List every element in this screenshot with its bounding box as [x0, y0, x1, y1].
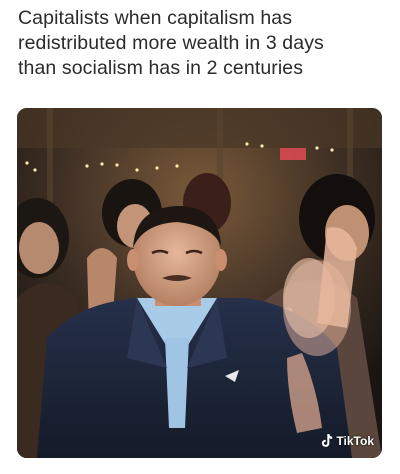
meme-caption: Capitalists when capitalism has redistri…: [18, 6, 388, 81]
tiktok-icon: [322, 434, 333, 447]
caption-line-1: Capitalists when capitalism has: [18, 7, 293, 29]
tiktok-watermark: TikTok: [320, 433, 374, 448]
party-scene: [17, 108, 382, 458]
video-frame[interactable]: TikTok: [17, 108, 382, 458]
caption-line-3: than socialism has in 2 centuries: [18, 57, 304, 79]
caption-line-2: redistributed more wealth in 3 days: [18, 32, 324, 54]
watermark-label: TikTok: [336, 433, 374, 448]
